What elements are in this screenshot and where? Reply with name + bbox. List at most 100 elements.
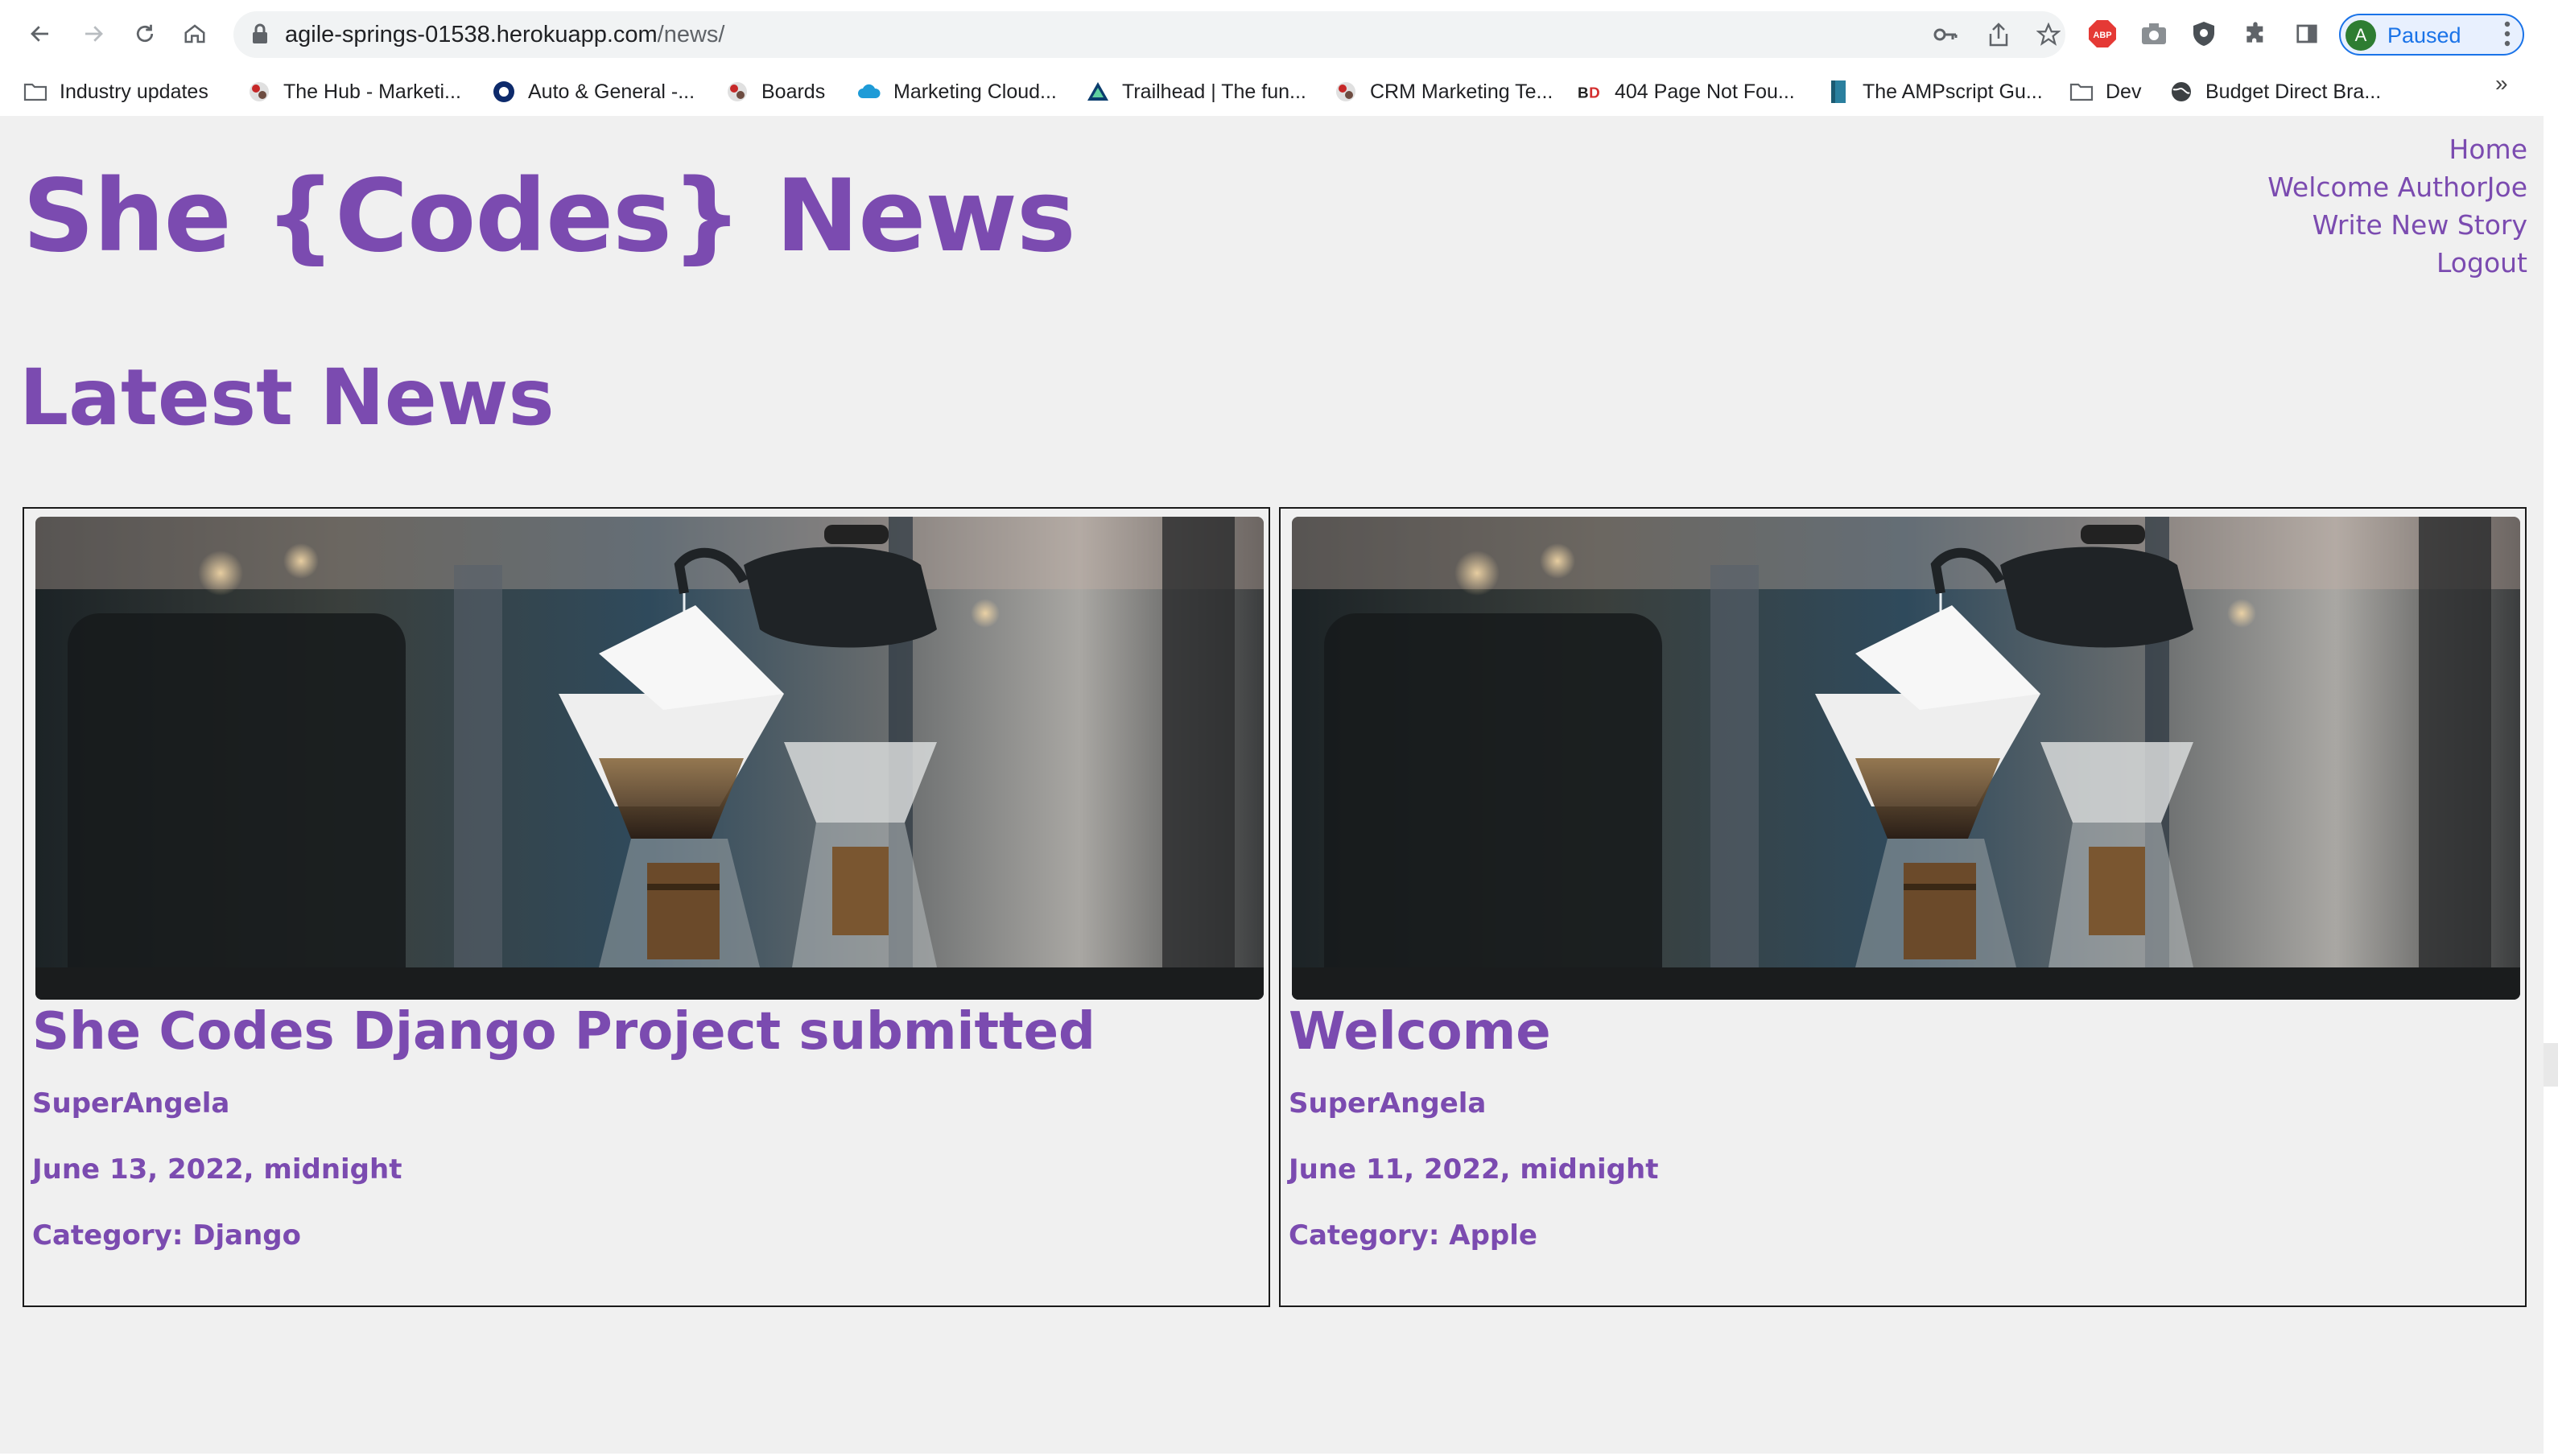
story-card[interactable]: She Codes Django Project submitted Super… [23, 507, 1270, 1307]
share-icon [1989, 23, 2008, 47]
bookmark-favicon [1333, 79, 1359, 105]
nav-logout-link[interactable]: Logout [2267, 244, 2527, 282]
bookmark-label: Budget Direct Bra... [2205, 80, 2382, 103]
reload-button[interactable] [126, 14, 164, 53]
extensions-button[interactable] [2239, 18, 2271, 50]
nav-write-story-link[interactable]: Write New Story [2267, 206, 2527, 244]
reload-icon [136, 24, 154, 43]
svg-text:D: D [1589, 85, 1600, 101]
bookmark-item[interactable]: Industry updates [23, 74, 208, 109]
bookmark-star-button[interactable] [2035, 21, 2062, 48]
more-vert-icon [2504, 21, 2511, 47]
bookmarks-overflow-button[interactable]: » [2495, 71, 2508, 97]
bookmark-favicon [724, 79, 750, 105]
story-category: Category: Django [32, 1219, 301, 1252]
home-icon [184, 24, 205, 43]
bookmark-item[interactable]: Budget Direct Bra... [2168, 74, 2381, 109]
book-favicon [1826, 79, 1851, 105]
security-extension-button[interactable] [2188, 18, 2220, 50]
site-nav: Home Welcome AuthorJoe Write New Story L… [2267, 130, 2527, 282]
bookmark-label: Dev [2106, 80, 2142, 103]
bookmark-label: Industry updates [60, 80, 208, 103]
adblock-extension-button[interactable]: ABP [2086, 18, 2119, 50]
arrow-right-icon [85, 26, 103, 42]
category-label: Category: [1289, 1219, 1440, 1252]
svg-text:B: B [1578, 85, 1589, 101]
nav-home-link[interactable]: Home [2267, 130, 2527, 168]
bookmark-label: Boards [761, 80, 826, 103]
cloud-favicon [856, 79, 882, 105]
bookmark-item[interactable]: Marketing Cloud... [856, 74, 1057, 109]
home-button[interactable] [175, 14, 214, 53]
adblock-icon: ABP [2089, 20, 2116, 47]
avatar: A [2346, 20, 2376, 51]
story-image[interactable] [1292, 517, 2520, 1000]
profile-status: Paused [2387, 23, 2461, 47]
bookmark-favicon [491, 79, 517, 105]
category-label: Category: [32, 1219, 184, 1252]
story-image[interactable] [35, 517, 1264, 1000]
bd-favicon: BD [1578, 79, 1603, 105]
folder-icon [2069, 79, 2094, 105]
puzzle-icon [2247, 22, 2263, 43]
url-host: agile-springs-01538.herokuapp.com [285, 22, 658, 47]
address-bar[interactable]: agile-springs-01538.herokuapp.com/news/ [233, 11, 2065, 58]
bookmark-label: Trailhead | The fun... [1122, 80, 1306, 103]
story-card[interactable]: Welcome SuperAngela June 11, 2022, midni… [1279, 507, 2527, 1307]
bookmark-item[interactable]: BD 404 Page Not Fou... [1578, 74, 1795, 109]
section-title: Latest News [19, 353, 555, 443]
bookmark-item[interactable]: Auto & General -... [491, 74, 695, 109]
browser-toolbar: agile-springs-01538.herokuapp.com/news/ … [0, 0, 2544, 68]
forward-button[interactable] [74, 14, 113, 53]
story-date: June 11, 2022, midnight [1289, 1153, 1659, 1186]
bookmark-item[interactable]: Dev [2069, 74, 2141, 109]
bookmarks-bar: Industry updates The Hub - Marketi... Au… [0, 68, 2544, 116]
screenshot-extension-button[interactable] [2138, 18, 2170, 50]
bookmark-label: Marketing Cloud... [893, 80, 1057, 103]
password-key-button[interactable] [1932, 21, 1959, 48]
globe-icon [2168, 79, 2194, 105]
bookmark-favicon [246, 79, 272, 105]
story-category: Category: Apple [1289, 1219, 1537, 1252]
bookmark-label: CRM Marketing Te... [1370, 80, 1553, 103]
story-title[interactable]: Welcome [1289, 996, 1551, 1067]
bookmark-item[interactable]: Boards [724, 74, 825, 109]
window-edge [2544, 0, 2558, 1456]
side-panel-button[interactable] [2291, 18, 2323, 50]
bookmark-item[interactable]: The AMPscript Gu... [1826, 74, 2043, 109]
bookmark-item[interactable]: The Hub - Marketi... [246, 74, 461, 109]
bookmark-label: Auto & General -... [528, 80, 695, 103]
share-button[interactable] [1985, 21, 2012, 48]
story-date: June 13, 2022, midnight [32, 1153, 402, 1186]
browser-chrome: agile-springs-01538.herokuapp.com/news/ … [0, 0, 2544, 116]
side-panel-icon [2296, 24, 2317, 43]
nav-welcome-link[interactable]: Welcome AuthorJoe [2267, 168, 2527, 206]
story-title[interactable]: She Codes Django Project submitted [32, 996, 1095, 1067]
site-title: She {Codes} News [23, 159, 1076, 274]
key-icon [1933, 28, 1958, 41]
svg-text:ABP: ABP [2093, 31, 2111, 40]
coffee-photo [1292, 517, 2520, 1000]
bookmark-item[interactable]: Trailhead | The fun... [1085, 74, 1306, 109]
category-value: Apple [1449, 1219, 1537, 1252]
trailhead-favicon [1085, 79, 1111, 105]
arrow-left-icon [31, 26, 48, 42]
browser-menu-button[interactable] [2495, 18, 2519, 50]
bookmark-label: 404 Page Not Fou... [1615, 80, 1795, 103]
bookmark-label: The Hub - Marketi... [283, 80, 461, 103]
url-text: agile-springs-01538.herokuapp.com/news/ [285, 21, 725, 48]
star-icon [2036, 23, 2061, 46]
story-author: SuperAngela [1289, 1087, 1487, 1120]
bookmark-item[interactable]: CRM Marketing Te... [1333, 74, 1553, 109]
coffee-photo [35, 517, 1264, 1000]
page-viewport: She {Codes} News Home Welcome AuthorJoe … [0, 116, 2544, 1454]
back-button[interactable] [21, 14, 60, 53]
lock-icon [253, 23, 267, 43]
shield-icon [2193, 22, 2214, 46]
story-author: SuperAngela [32, 1087, 230, 1120]
category-value: Django [192, 1219, 302, 1252]
folder-icon [23, 79, 48, 105]
bookmark-label: The AMPscript Gu... [1863, 80, 2043, 103]
url-path: /news/ [657, 22, 725, 47]
camera-icon [2142, 23, 2166, 44]
